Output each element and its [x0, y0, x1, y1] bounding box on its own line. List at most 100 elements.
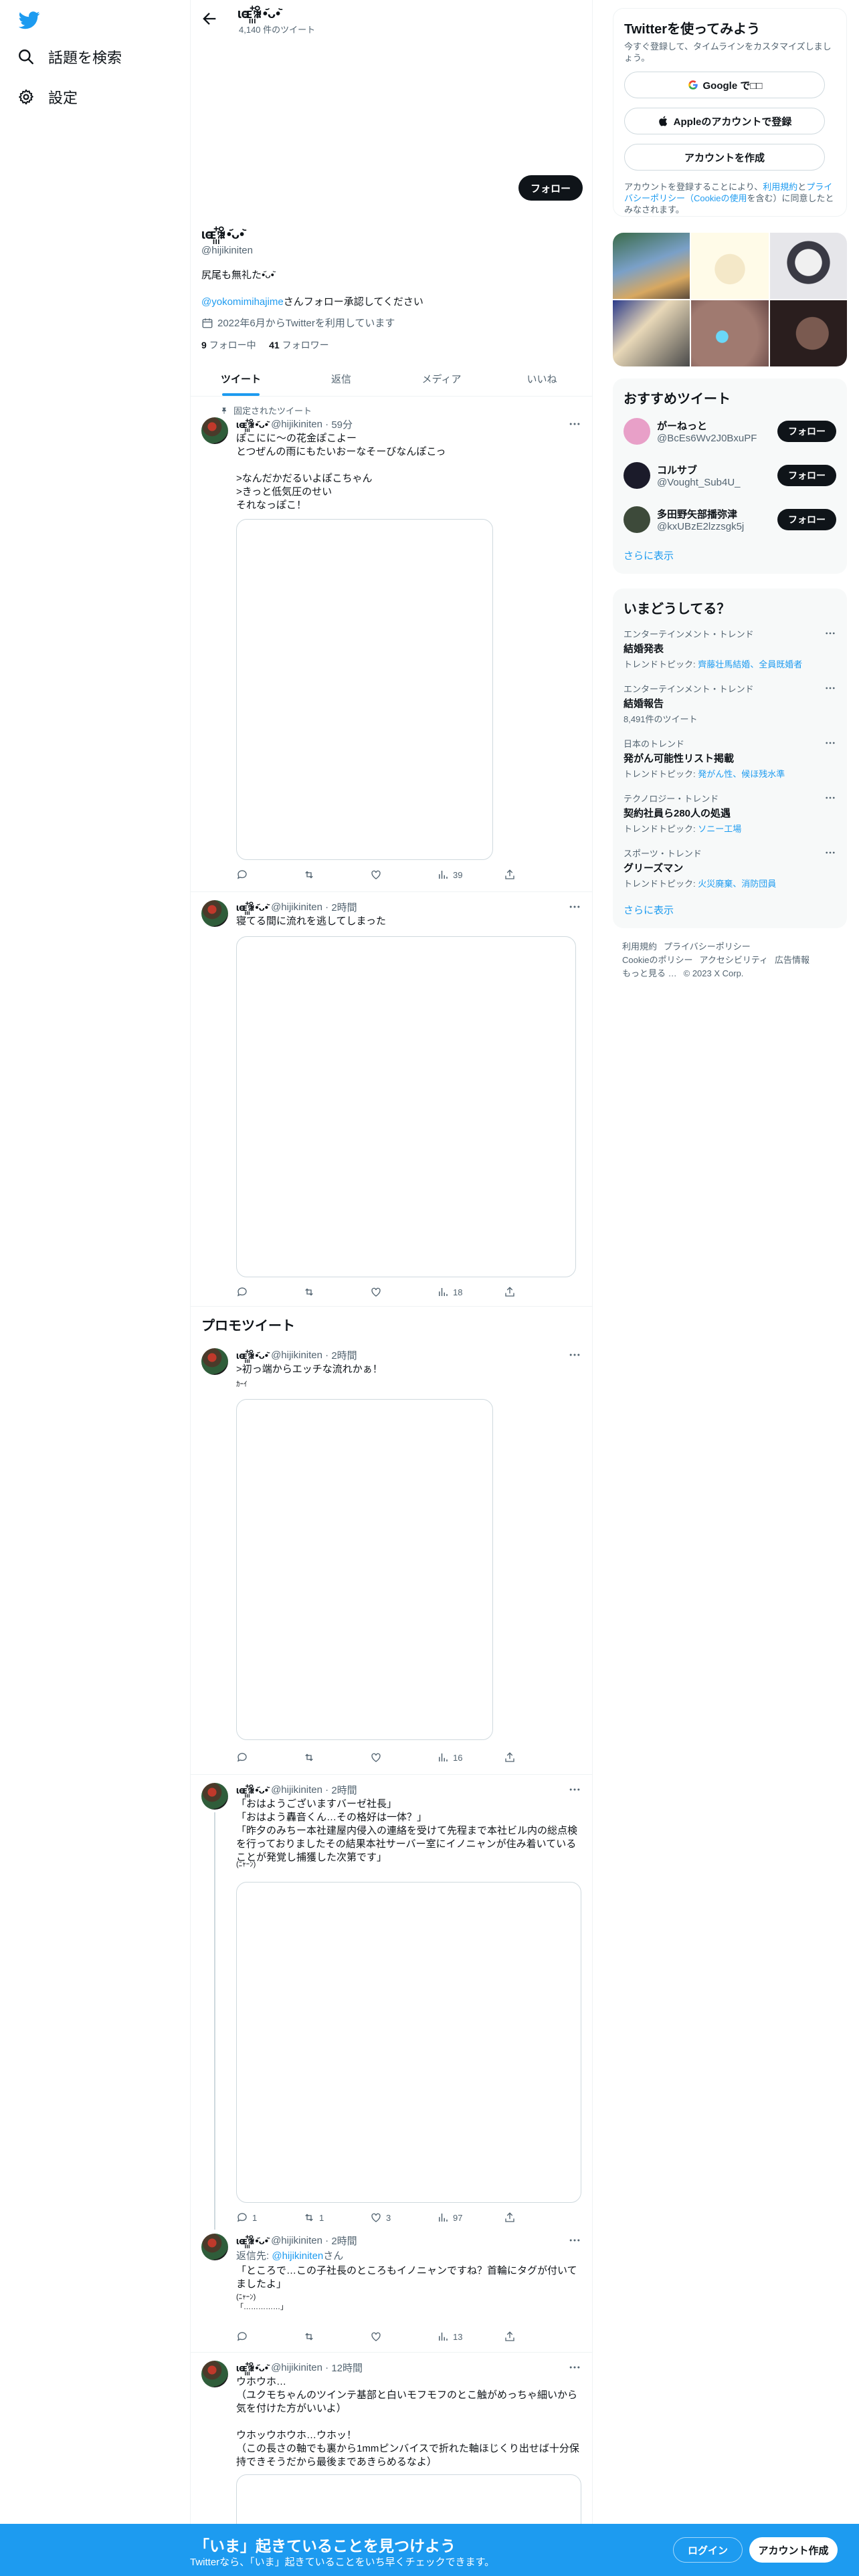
reply-button[interactable]: 1	[236, 2211, 263, 2224]
tab-tweets[interactable]: ツイート	[191, 361, 291, 396]
recommended-user[interactable]: コルサブ @Vought_Sub4U_ フォロー	[624, 459, 836, 492]
tweet-time[interactable]: 2時間	[331, 2234, 357, 2248]
tweet[interactable]: ɩɶ꙲ꆜ•᷄ᴗ•᷅ @hijikiniten · 12時間 ウホウホ… （ユクモ…	[191, 2353, 592, 2576]
tweet-author-handle[interactable]: @hijikiniten	[271, 419, 322, 430]
media-thumbnail[interactable]	[613, 233, 690, 299]
trend-topics-link[interactable]: 齊藤壮馬結婚、全員既婚者	[698, 659, 802, 669]
recommended-user-name[interactable]: 多田野矢部播弥津	[657, 507, 777, 521]
reply-to-link[interactable]: @hijikiniten	[272, 2250, 323, 2262]
share-button[interactable]	[504, 1751, 531, 1764]
share-button[interactable]	[504, 868, 531, 881]
tweet-time[interactable]: 2時間	[331, 900, 357, 914]
footer-more-link[interactable]: もっと見る …	[622, 968, 677, 978]
more-icon[interactable]	[568, 2234, 581, 2247]
show-more-link[interactable]: さらに表示	[624, 903, 674, 917]
tweet-reply[interactable]: ɩɶ꙲ꆜ•᷄ᴗ•᷅ @hijikiniten · 2時間 返信先: @hijik…	[191, 2230, 592, 2353]
tweet-author-name[interactable]: ɩɶ꙲ꆜ•᷄ᴗ•᷅	[236, 2361, 268, 2375]
avatar[interactable]	[624, 506, 650, 533]
recommended-user-name[interactable]: コルサブ	[657, 463, 777, 477]
recommended-user-handle[interactable]: @BcEs6Wv2J0BxuPF	[657, 433, 777, 444]
more-icon[interactable]	[824, 847, 836, 859]
trend-topics-link[interactable]: 火災廃棄、消防団員	[698, 879, 776, 889]
avatar[interactable]	[624, 418, 650, 445]
footer-link[interactable]: 広告情報	[775, 955, 809, 965]
like-button[interactable]	[370, 1285, 397, 1299]
reply-button[interactable]	[236, 1751, 263, 1764]
tweet-author-name[interactable]: ɩɶ꙲ꆜ•᷄ᴗ•᷅	[236, 2234, 268, 2248]
tweet-media[interactable]	[236, 1882, 581, 2203]
views-button[interactable]: 39	[437, 868, 464, 881]
media-thumbnail[interactable]	[613, 300, 690, 366]
more-icon[interactable]	[824, 792, 836, 804]
tweet[interactable]: ɩɶ꙲ꆜ•᷄ᴗ•᷅ @hijikiniten · 2時間 寝てる間に流れを逃して…	[191, 892, 592, 1307]
terms-of-service-link[interactable]: 利用規約	[763, 182, 797, 192]
followers-link[interactable]: 41 フォロワー	[269, 340, 328, 350]
tweet-author-name[interactable]: ɩɶ꙲ꆜ•᷄ᴗ•᷅	[236, 900, 268, 914]
media-thumbnail[interactable]	[691, 233, 769, 299]
recommended-user-handle[interactable]: @Vought_Sub4U_	[657, 477, 777, 488]
like-button[interactable]	[370, 1751, 397, 1764]
like-button[interactable]: 3	[370, 2211, 397, 2224]
more-icon[interactable]	[824, 627, 836, 639]
following-link[interactable]: 9 フォロー中	[201, 340, 256, 350]
trend-topics-link[interactable]: ソニー工場	[698, 824, 741, 834]
reply-button[interactable]	[236, 868, 263, 881]
nav-settings[interactable]: 設定	[17, 80, 78, 114]
trend-item[interactable]: エンターテインメント・トレンド 結婚報告 8,491件のツイート	[624, 682, 836, 725]
tab-replies[interactable]: 返信	[291, 361, 391, 396]
retweet-button[interactable]: 1	[303, 2211, 330, 2224]
recommended-user-handle[interactable]: @kxUBzE2lzzsgk5j	[657, 521, 777, 532]
follow-button[interactable]: フォロー	[518, 175, 583, 201]
tweet-media[interactable]	[236, 1399, 493, 1740]
recommended-user-name[interactable]: がーねっと	[657, 419, 777, 433]
google-signup-button[interactable]: Google で□□	[624, 72, 825, 98]
trend-item[interactable]: テクノロジー・トレンド 契約社員ら280人の処遇 トレンドトピック: ソニー工場	[624, 792, 836, 835]
share-button[interactable]	[504, 2330, 531, 2343]
views-button[interactable]: 18	[437, 1285, 464, 1299]
retweet-button[interactable]	[303, 1285, 330, 1299]
avatar[interactable]	[201, 900, 228, 927]
views-button[interactable]: 13	[437, 2330, 464, 2343]
trend-topics-link[interactable]: 発がん性、候ほ残水準	[698, 769, 785, 779]
back-arrow-icon[interactable]	[200, 9, 219, 28]
avatar[interactable]	[201, 417, 228, 444]
tweet-author-handle[interactable]: @hijikiniten	[271, 901, 322, 913]
views-button[interactable]: 97	[437, 2211, 464, 2224]
like-button[interactable]	[370, 2330, 397, 2343]
cookie-use-link[interactable]: （Cookieの使用	[685, 193, 747, 203]
tweet-time[interactable]: 2時間	[331, 1783, 357, 1797]
follow-button[interactable]: フォロー	[777, 509, 836, 530]
avatar[interactable]	[201, 2234, 228, 2260]
tweet-time[interactable]: 59分	[331, 417, 353, 431]
trend-item[interactable]: 日本のトレンド 発がん可能性リスト掲載 トレンドトピック: 発がん性、候ほ残水準	[624, 737, 836, 780]
reply-button[interactable]	[236, 1285, 263, 1299]
nav-explore[interactable]: 話題を検索	[17, 40, 122, 74]
trend-item[interactable]: エンターテインメント・トレンド 結婚発表 トレンドトピック: 齊藤壮馬結婚、全員…	[624, 627, 836, 670]
tweet-author-name[interactable]: ɩɶ꙲ꆜ•᷄ᴗ•᷅	[236, 1783, 268, 1797]
media-thumbnail[interactable]	[691, 300, 769, 366]
create-account-button[interactable]: アカウントを作成	[624, 144, 825, 171]
share-button[interactable]	[504, 1285, 531, 1299]
tweet-author-name[interactable]: ɩɶ꙲ꆜ•᷄ᴗ•᷅	[236, 417, 268, 431]
media-photo-grid[interactable]	[613, 233, 847, 366]
twitter-bird-icon[interactable]	[19, 9, 40, 31]
media-thumbnail[interactable]	[769, 300, 847, 366]
trend-item[interactable]: スポーツ・トレンド グリーズマン トレンドトピック: 火災廃棄、消防団員	[624, 847, 836, 889]
retweet-button[interactable]	[303, 1751, 330, 1764]
more-icon[interactable]	[824, 682, 836, 694]
tweet[interactable]: ɩɶ꙲ꆜ•᷄ᴗ•᷅ @hijikiniten · 2時間 「おはようございますバ…	[191, 1775, 592, 2230]
tweet-author-handle[interactable]: @hijikiniten	[271, 1784, 322, 1796]
footer-link[interactable]: アクセシビリティ	[699, 955, 768, 965]
login-button[interactable]: ログイン	[673, 2537, 743, 2563]
media-thumbnail[interactable]	[769, 233, 847, 299]
tweet-media[interactable]	[236, 936, 576, 1277]
tweet-media[interactable]	[236, 519, 493, 860]
tab-media[interactable]: メディア	[391, 361, 492, 396]
tweet-pinned[interactable]: 固定されたツイート ɩɶ꙲ꆜ•᷄ᴗ•᷅ @hijikiniten · 59分 ぽ…	[191, 397, 592, 892]
more-icon[interactable]	[568, 2361, 581, 2374]
tab-likes[interactable]: いいね	[492, 361, 592, 396]
avatar[interactable]	[201, 2361, 228, 2387]
avatar[interactable]	[624, 462, 650, 489]
more-icon[interactable]	[568, 417, 581, 431]
footer-link[interactable]: 利用規約	[622, 942, 657, 952]
